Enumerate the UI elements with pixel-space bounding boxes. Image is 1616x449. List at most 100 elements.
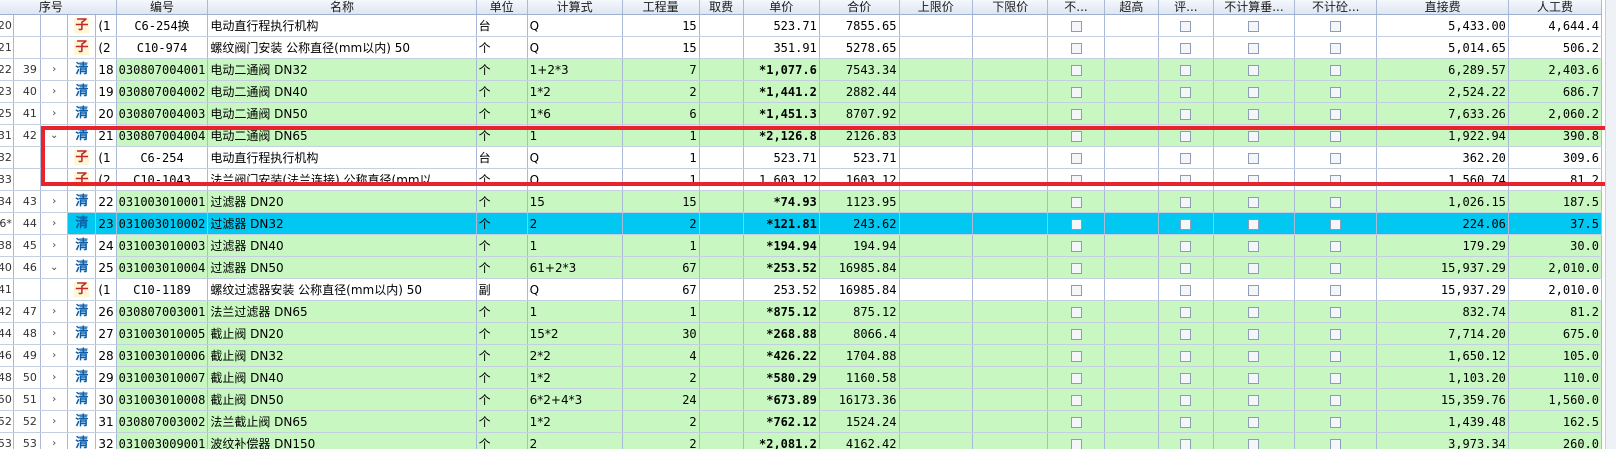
checkbox[interactable] [1330,262,1342,274]
row-super-high[interactable] [1104,366,1160,389]
row-qty[interactable]: 1 [622,234,700,257]
row-upper[interactable] [899,366,974,389]
expand-toggle[interactable]: › [40,234,69,257]
checkbox[interactable] [1180,174,1192,186]
vertical-scrollbar[interactable] [1605,0,1616,449]
expand-toggle[interactable] [40,36,69,59]
checkbox[interactable] [1180,196,1192,208]
checkbox[interactable] [1180,86,1192,98]
col-header-name[interactable]: 名称 [207,0,477,15]
checkbox[interactable] [1330,218,1342,230]
checkbox[interactable] [1180,108,1192,120]
row-unit[interactable]: 个 [476,344,528,367]
row-upper[interactable] [899,58,974,81]
table-row[interactable]: 4247›清26030807003001法兰过滤器 DN65个11*875.12… [0,300,1603,323]
checkbox[interactable] [1070,174,1082,186]
col-header-seq[interactable]: 序号 [0,0,117,15]
row-unit[interactable]: 个 [476,366,528,389]
expand-toggle[interactable]: › [40,102,69,125]
checkbox[interactable] [1248,218,1260,230]
row-upper[interactable] [899,190,974,213]
col-header-qty[interactable]: 工程量 [622,0,700,15]
expand-toggle[interactable]: › [40,212,69,235]
row-lower[interactable] [972,388,1049,411]
checkbox[interactable] [1330,416,1342,428]
row-upper[interactable] [899,124,974,147]
table-row[interactable]: 5252›清31030807003002法兰截止阀 DN65个1*22*762.… [0,410,1603,433]
row-name[interactable]: 过滤器 DN20 [207,190,477,213]
row-super-high[interactable] [1104,432,1160,449]
row-formula[interactable]: 61+2*3 [527,256,623,279]
checkbox[interactable] [1330,240,1342,252]
expand-toggle[interactable] [40,278,69,301]
checkbox[interactable] [1248,394,1260,406]
row-code[interactable]: 030807004003 [116,102,209,125]
row-upper[interactable] [899,80,974,103]
row-qty[interactable]: 15 [622,36,700,59]
expand-toggle[interactable]: ⌄ [40,256,69,279]
row-code[interactable]: 030807003001 [116,300,209,323]
row-super-high[interactable] [1104,146,1160,169]
row-unit[interactable]: 个 [476,432,528,449]
expand-toggle[interactable]: › [40,388,69,411]
row-lower[interactable] [972,124,1049,147]
row-lower[interactable] [972,146,1049,169]
table-row[interactable]: 2541› 清 20030807004003电动二通阀 DN50个1*66 *1,45… [0,102,1603,125]
checkbox[interactable] [1070,64,1082,76]
col-header-formula[interactable]: 计算式 [527,0,623,15]
row-lower[interactable] [972,410,1049,433]
row-code[interactable]: 030807003002 [116,410,209,433]
checkbox[interactable] [1248,174,1260,186]
row-upper[interactable] [899,146,974,169]
row-qty[interactable]: 2 [622,212,700,235]
checkbox[interactable] [1330,86,1342,98]
checkbox[interactable] [1180,328,1192,340]
checkbox[interactable] [1248,152,1260,164]
row-lower[interactable] [972,432,1049,449]
checkbox[interactable] [1070,394,1082,406]
col-header-labor[interactable]: 人工费 [1508,0,1603,15]
checkbox[interactable] [1248,42,1260,54]
checkbox[interactable] [1070,284,1082,296]
checkbox[interactable] [1248,108,1260,120]
row-unit[interactable]: 个 [476,190,528,213]
row-name[interactable]: 法兰截止阀 DN65 [207,410,477,433]
checkbox[interactable] [1248,130,1260,142]
row-qty[interactable]: 2 [622,410,700,433]
row-name[interactable]: 电动直行程执行机构 [207,14,477,37]
table-row[interactable]: 36*44›清23031003010002过滤器 DN32个22*121.812… [0,212,1603,235]
row-lower[interactable] [972,256,1049,279]
col-header-lower[interactable]: 下限价 [972,0,1049,15]
checkbox[interactable] [1330,372,1342,384]
row-code[interactable]: 030807004002 [116,80,209,103]
row-super-high[interactable] [1104,234,1160,257]
row-code[interactable]: C10-974 [116,36,209,59]
checkbox[interactable] [1180,438,1192,449]
row-super-high[interactable] [1104,256,1160,279]
expand-toggle[interactable]: › [40,344,69,367]
checkbox[interactable] [1248,438,1260,449]
row-unit[interactable]: 个 [476,102,528,125]
row-super-high[interactable] [1104,36,1160,59]
row-code[interactable]: 030807004001 [116,58,209,81]
row-qty[interactable]: 1 [622,168,700,191]
row-unit[interactable]: 个 [476,410,528,433]
checkbox[interactable] [1248,262,1260,274]
table-row[interactable]: 3443›清22031003010001过滤器 DN20个1515*74.931… [0,190,1603,213]
expand-toggle[interactable]: › [40,366,69,389]
checkbox[interactable] [1070,218,1082,230]
checkbox[interactable] [1070,42,1082,54]
row-lower[interactable] [972,14,1049,37]
row-lower[interactable] [972,58,1049,81]
table-row[interactable]: 4649› 清 28031003010006截止阀 DN32个2*24 *426.22… [0,344,1603,367]
table-row[interactable]: 4448› 清 27031003010005截止阀 DN20个15*230 *268.… [0,322,1603,345]
table-row[interactable]: 33 子 (2C10-1043法兰阀门安装(法兰连接) 公称直径(mm以个Q1 1,6… [0,168,1603,191]
row-formula[interactable]: Q [527,278,623,301]
row-formula[interactable]: 1*2 [527,80,623,103]
col-header-direct[interactable]: 直接费 [1376,0,1509,15]
checkbox[interactable] [1070,20,1082,32]
checkbox[interactable] [1248,86,1260,98]
checkbox[interactable] [1070,350,1082,362]
row-qty[interactable]: 67 [622,256,700,279]
expand-toggle[interactable] [40,168,69,191]
